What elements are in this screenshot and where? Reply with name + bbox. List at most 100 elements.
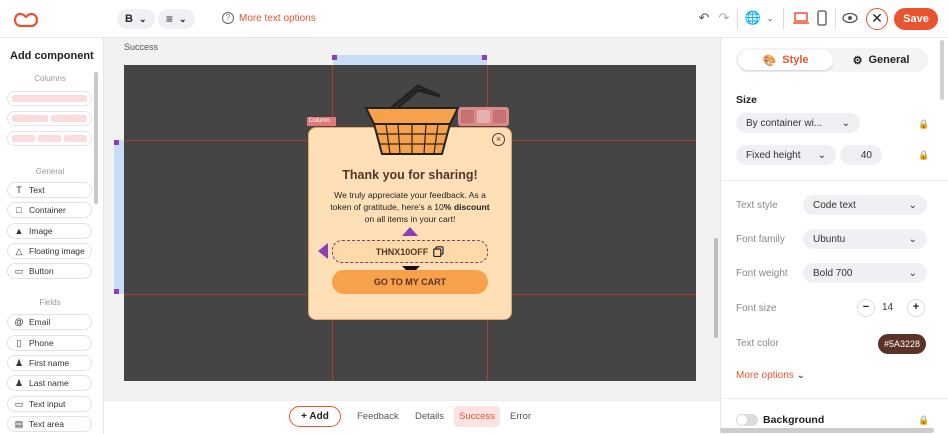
tab-general-label: General — [868, 54, 910, 66]
align-center-icon: ≡ — [166, 12, 174, 26]
font-weight-value: Bold 700 — [813, 267, 853, 279]
popup-close-icon[interactable]: × — [492, 133, 505, 146]
close-editor-button[interactable]: ✕ — [866, 8, 888, 30]
component-label: Button — [29, 266, 54, 276]
panel-vertical-scrollbar[interactable] — [940, 40, 944, 100]
tab-feedback[interactable]: Feedback — [352, 406, 404, 427]
question-icon: ? — [222, 12, 234, 24]
three-column-layout[interactable] — [7, 131, 92, 146]
two-column-layout[interactable] — [7, 111, 92, 126]
globe-icon[interactable]: 🌐 — [745, 10, 761, 26]
add-step-button[interactable]: + Add — [289, 406, 341, 427]
selection-bar-left — [114, 140, 124, 294]
resize-handle[interactable] — [114, 140, 119, 145]
button-icon: ▭ — [14, 265, 24, 276]
gear-icon: ⚙ — [852, 54, 863, 67]
move-up-handle[interactable] — [402, 227, 418, 236]
add-text-area-field[interactable]: ▤ Text area — [7, 416, 92, 432]
bold-dropdown[interactable]: B ⌄ — [117, 9, 155, 29]
panel-title: Add component — [10, 50, 94, 62]
component-label: Text — [29, 185, 45, 195]
more-text-options-link[interactable]: ? More text options — [222, 12, 316, 24]
copy-icon[interactable] — [433, 246, 444, 257]
lock-icon[interactable]: 🔒 — [918, 119, 929, 130]
popup-title[interactable]: Thank you for sharing! — [308, 168, 512, 182]
tab-details[interactable]: Details — [410, 406, 449, 427]
column-tag[interactable]: Column — [307, 117, 336, 126]
resize-handle[interactable] — [482, 55, 487, 60]
font-family-value: Ubuntu — [813, 233, 846, 245]
undo-icon[interactable]: ↶ — [696, 10, 712, 26]
width-mode-select[interactable]: By container wi... ⌄ — [736, 113, 860, 133]
tab-success[interactable]: Success — [454, 406, 500, 427]
add-image-component[interactable]: ▲ Image — [7, 223, 92, 239]
component-label: Text input — [29, 399, 66, 409]
chevron-down-icon[interactable]: ⌄ — [762, 10, 778, 26]
tab-style[interactable]: 🎨 Style — [738, 50, 833, 70]
add-phone-field[interactable]: ▯ Phone — [7, 335, 92, 351]
panel-scrollbar[interactable] — [94, 72, 98, 204]
floating-image-icon: △ — [15, 245, 23, 256]
chevron-down-icon: ⌄ — [841, 117, 850, 129]
background-toggle[interactable] — [736, 414, 758, 426]
panel-horizontal-scrollbar[interactable] — [720, 428, 934, 433]
add-container-component[interactable]: □ Container — [7, 202, 92, 218]
add-text-input-field[interactable]: ▭ Text input — [7, 396, 92, 412]
plus-icon: + — [301, 411, 307, 422]
font-family-select[interactable]: Ubuntu ⌄ — [803, 229, 927, 249]
section-fields: Fields — [39, 298, 61, 307]
text-style-select[interactable]: Code text ⌄ — [803, 195, 927, 215]
component-label: Last name — [29, 378, 69, 388]
add-last-name-field[interactable]: ♟ Last name — [7, 375, 92, 391]
align-dropdown[interactable]: ≡ ⌄ — [158, 9, 195, 29]
add-floating-image-component[interactable]: △ Floating image — [7, 243, 92, 259]
shopping-basket-image[interactable] — [362, 84, 462, 156]
more-text-options-label: More text options — [239, 12, 316, 24]
coupon-code-field[interactable]: THNX10OFF — [332, 240, 488, 263]
section-general: General — [35, 167, 65, 176]
lock-icon[interactable]: 🔒 — [918, 150, 929, 161]
component-label: Floating image — [29, 246, 85, 256]
component-label: Email — [29, 317, 51, 327]
text-input-icon: ▭ — [14, 398, 24, 409]
add-email-field[interactable]: @ Email — [7, 314, 92, 330]
divider — [720, 180, 948, 181]
add-button-component[interactable]: ▭ Button — [7, 263, 92, 279]
height-mode-value: Fixed height — [746, 149, 801, 161]
font-weight-select[interactable]: Bold 700 ⌄ — [803, 263, 927, 283]
add-text-component[interactable]: T Text — [7, 182, 92, 198]
popup-body[interactable]: We truly appreciate your feedback. As a … — [330, 189, 490, 225]
font-size-increment[interactable]: + — [908, 300, 924, 316]
size-heading: Size — [736, 94, 758, 106]
column-mini-toolbar[interactable] — [458, 107, 509, 126]
more-options-link[interactable]: More options ⌄ — [736, 370, 805, 381]
resize-handle[interactable] — [332, 55, 337, 60]
redo-icon[interactable]: ↷ — [716, 10, 732, 26]
selection-bar-top — [333, 55, 487, 65]
background-label: Background — [763, 414, 825, 426]
font-size-decrement[interactable]: − — [858, 300, 874, 316]
canvas-scrollbar[interactable] — [714, 238, 718, 338]
text-color-label: Text color — [736, 338, 779, 349]
text-color-swatch[interactable]: #5A3228 — [878, 334, 926, 354]
mobile-icon[interactable] — [814, 10, 830, 26]
add-first-name-field[interactable]: ♟ First name — [7, 355, 92, 371]
go-to-cart-button[interactable]: GO TO MY CART — [332, 270, 488, 294]
one-column-layout[interactable] — [7, 91, 92, 106]
palette-icon: 🎨 — [762, 54, 777, 67]
font-size-value[interactable]: 14 — [882, 302, 893, 313]
desktop-icon[interactable] — [793, 10, 809, 26]
preview-eye-icon[interactable] — [842, 10, 858, 26]
logo-icon — [14, 12, 38, 28]
resize-handle[interactable] — [114, 289, 119, 294]
lock-icon[interactable]: 🔒 — [918, 415, 929, 426]
height-value-input[interactable]: 40 — [840, 145, 882, 165]
top-toolbar: B ⌄ ≡ ⌄ ? More text options ↶ ↷ 🌐 ⌄ ✕ Sa… — [0, 0, 948, 38]
component-label: Image — [29, 226, 53, 236]
tab-general[interactable]: ⚙ General — [836, 50, 926, 70]
move-left-handle[interactable] — [318, 243, 328, 259]
body-bold-text: % discount — [443, 202, 490, 212]
tab-error[interactable]: Error — [505, 406, 536, 427]
save-button[interactable]: Save — [894, 8, 938, 30]
height-mode-select[interactable]: Fixed height ⌄ — [736, 145, 836, 165]
